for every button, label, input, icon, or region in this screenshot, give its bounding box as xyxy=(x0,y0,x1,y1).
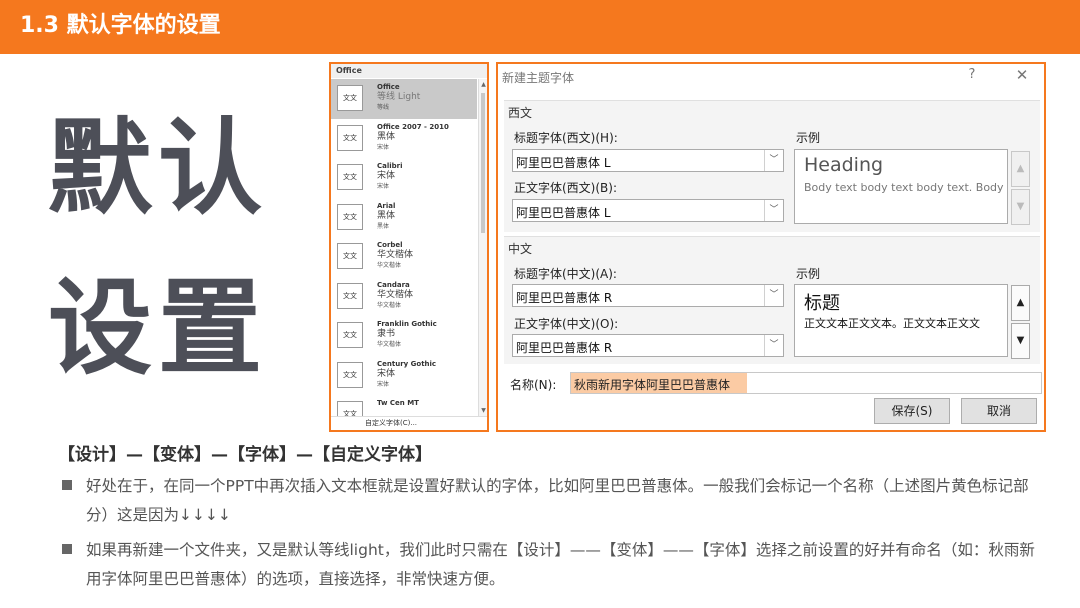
header-bar: 1.3 默认字体的设置 xyxy=(0,0,1080,54)
chevron-down-icon[interactable]: ﹀ xyxy=(764,335,783,356)
font-theme-heading: 黑体 xyxy=(377,131,396,142)
theme-name-value: 秋雨新用字体阿里巴巴普惠体 xyxy=(574,378,731,392)
font-theme-body: 华文楷体 xyxy=(377,262,402,269)
dialog-title: 新建主题字体 xyxy=(502,71,575,85)
chinese-body-font-select[interactable]: 阿里巴巴普惠体 R ﹀ xyxy=(512,334,784,357)
bullet-square-icon xyxy=(62,480,72,490)
big-title-line-2: 设置 xyxy=(48,267,269,389)
western-fonts-group: 西文 标题字体(西文)(H): 阿里巴巴普惠体 L ﹀ 正文字体(西文)(B):… xyxy=(504,100,1040,232)
font-theme-name: Office 2007 - 2010 xyxy=(377,122,449,131)
western-heading-font-label: 标题字体(西文)(H): xyxy=(514,131,618,145)
font-theme-body: 等线 xyxy=(377,104,390,111)
chinese-sample-scroll-down[interactable]: ▼ xyxy=(1011,323,1030,359)
font-theme-heading: 等线 Light xyxy=(377,92,421,102)
font-theme-item[interactable]: 文文 Calibri 宋体 宋体 xyxy=(331,158,477,198)
font-theme-body: 黑体 xyxy=(377,222,390,230)
font-theme-name: Calibri xyxy=(377,162,403,170)
western-sample-scroll-down[interactable]: ▼ xyxy=(1011,189,1030,225)
chinese-group-label: 中文 xyxy=(508,242,533,256)
font-theme-body: 华文楷体 xyxy=(377,301,402,309)
note-text: 好处在于，在同一个PPT中再次插入文本框就是设置好默认的字体，比如阿里巴巴普惠体… xyxy=(86,477,1029,524)
western-group-label: 西文 xyxy=(508,106,533,120)
scroll-up-icon[interactable]: ▲ xyxy=(480,81,487,88)
font-thumbnail: 文文 xyxy=(337,243,363,269)
chevron-down-icon[interactable]: ﹀ xyxy=(764,200,783,221)
font-panel-scrollbar[interactable]: ▲ ▼ xyxy=(478,79,487,416)
chinese-heading-font-label: 标题字体(中文)(A): xyxy=(514,267,617,281)
font-theme-heading: 华文楷体 xyxy=(377,289,414,300)
sample-heading-text: Heading xyxy=(804,154,884,176)
font-theme-item[interactable]: 文文 Corbel 华文楷体 华文楷体 xyxy=(331,237,477,277)
font-theme-item[interactable]: 文文 Candara 华文楷体 华文楷体 xyxy=(331,277,477,317)
font-theme-body: 宋体 xyxy=(377,143,390,151)
font-theme-item[interactable]: 文文 Arial 黑体 黑体 xyxy=(331,198,477,238)
chinese-heading-font-value: 阿里巴巴普惠体 R xyxy=(516,291,613,305)
font-thumbnail: 文文 xyxy=(337,322,363,348)
chinese-sample-scroll-up[interactable]: ▲ xyxy=(1011,285,1030,321)
note-text: 如果再新建一个文件夹，又是默认等线light，我们此时只需在【设计】——【变体】… xyxy=(86,541,1035,588)
font-theme-item[interactable]: 文文 Office 2007 - 2010 黑体 宋体 xyxy=(331,119,477,159)
chinese-body-font-label: 正文字体(中文)(O): xyxy=(514,317,619,331)
theme-name-input[interactable]: 秋雨新用字体阿里巴巴普惠体 xyxy=(570,372,1042,394)
font-theme-heading: 宋体 xyxy=(377,368,396,379)
western-heading-font-select[interactable]: 阿里巴巴普惠体 L ﹀ xyxy=(512,149,784,172)
font-thumbnail: 文文 xyxy=(337,164,363,190)
font-thumbnail: 文文 xyxy=(337,203,363,230)
help-icon[interactable]: ? xyxy=(965,67,979,82)
western-sample-box: Heading Body text body text body text. B… xyxy=(794,149,1008,224)
chinese-sample-label: 示例 xyxy=(796,267,821,281)
new-theme-font-dialog: 新建主题字体 ? ✕ 西文 标题字体(西文)(H): 阿里巴巴普惠体 L ﹀ 正… xyxy=(496,62,1046,432)
chevron-down-icon[interactable]: ﹀ xyxy=(764,285,783,306)
font-theme-panel: Office 文文 Office 等线 Light 等线 文文 Office 2… xyxy=(329,62,489,432)
western-heading-font-value: 阿里巴巴普惠体 L xyxy=(516,156,611,170)
font-theme-item[interactable]: 文文 Office 等线 Light 等线 xyxy=(331,79,477,119)
font-theme-body: 宋体 xyxy=(377,380,390,388)
sample-body-text: Body text body text body text. Body xyxy=(804,181,1004,194)
cancel-button[interactable]: 取消 xyxy=(961,398,1037,424)
font-theme-name: Candara xyxy=(377,280,410,289)
font-thumbnail: 文文 xyxy=(337,124,363,151)
font-theme-name: Tw Cen MT xyxy=(377,399,419,407)
font-thumbnail: 文文 xyxy=(337,282,363,309)
sample-heading-text: 标题 xyxy=(804,293,840,314)
western-body-font-label: 正文字体(西文)(B): xyxy=(514,181,618,195)
font-theme-name: Office xyxy=(377,83,400,91)
font-theme-item[interactable]: 文文 Franklin Gothic 隶书 华文楷体 xyxy=(331,316,477,356)
page-title: 1.3 默认字体的设置 xyxy=(20,13,221,38)
font-theme-heading: 黑体 xyxy=(377,210,396,221)
font-theme-item[interactable]: 文文 Century Gothic 宋体 宋体 xyxy=(331,356,477,396)
font-theme-heading: 华文楷体 xyxy=(377,250,414,260)
chinese-body-font-value: 阿里巴巴普惠体 R xyxy=(516,341,613,355)
font-theme-name: Franklin Gothic xyxy=(377,320,437,328)
font-theme-name: Arial xyxy=(377,201,396,210)
save-button[interactable]: 保存(S) xyxy=(874,398,950,424)
western-sample-label: 示例 xyxy=(796,131,821,145)
font-theme-body: 宋体 xyxy=(377,183,390,190)
font-theme-name: Century Gothic xyxy=(377,359,437,368)
sample-body-text: 正文文本正文文本。正文文本正文文 xyxy=(804,317,980,330)
font-theme-heading: 宋体 xyxy=(377,171,396,181)
western-body-font-select[interactable]: 阿里巴巴普惠体 L ﹀ xyxy=(512,199,784,222)
big-title-line-1: 默认 xyxy=(48,107,269,229)
font-thumbnail: 文文 xyxy=(337,361,363,388)
western-sample-scroll-up[interactable]: ▲ xyxy=(1011,151,1030,187)
chinese-fonts-group: 中文 标题字体(中文)(A): 阿里巴巴普惠体 R ﹀ 正文字体(中文)(O):… xyxy=(504,236,1040,364)
scroll-down-icon[interactable]: ▼ xyxy=(480,407,487,414)
font-thumbnail: 文文 xyxy=(337,85,363,111)
font-panel-header: Office xyxy=(331,64,487,78)
western-body-font-value: 阿里巴巴普惠体 L xyxy=(516,206,611,220)
bullet-square-icon xyxy=(62,544,72,554)
font-theme-body: 华文楷体 xyxy=(377,341,402,348)
scrollbar-thumb[interactable] xyxy=(481,93,485,233)
chinese-sample-box: 标题 正文文本正文文本。正文文本正文文 xyxy=(794,284,1008,357)
font-theme-list: 文文 Office 等线 Light 等线 文文 Office 2007 - 2… xyxy=(331,79,477,430)
name-label: 名称(N): xyxy=(510,378,557,392)
menu-path-heading: 【设计】—【变体】—【字体】—【自定义字体】 xyxy=(58,445,432,465)
chevron-down-icon[interactable]: ﹀ xyxy=(764,150,783,171)
custom-fonts-menu-item[interactable]: 自定义字体(C)... xyxy=(331,416,487,430)
font-theme-heading: 隶书 xyxy=(377,329,396,339)
close-icon[interactable]: ✕ xyxy=(1014,66,1030,84)
chinese-heading-font-select[interactable]: 阿里巴巴普惠体 R ﹀ xyxy=(512,284,784,307)
font-theme-name: Corbel xyxy=(377,241,403,249)
